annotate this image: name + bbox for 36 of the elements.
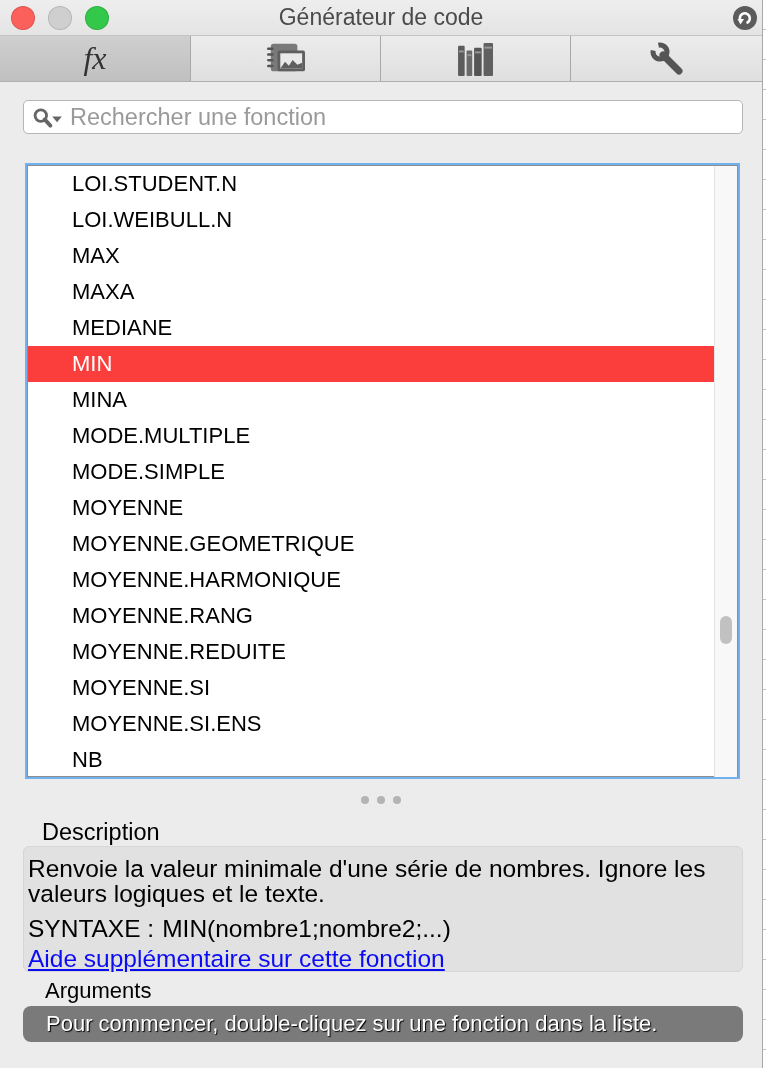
- list-item[interactable]: MOYENNE.SI: [28, 670, 714, 706]
- window-title: Générateur de code: [278, 4, 484, 31]
- resize-handle-icon[interactable]: [361, 796, 401, 804]
- search-icon[interactable]: [32, 107, 63, 128]
- list-item[interactable]: MINA: [28, 382, 714, 418]
- list-item[interactable]: MOYENNE.SI.ENS: [28, 706, 714, 742]
- list-item[interactable]: MOYENNE.GEOMETRIQUE: [28, 526, 714, 562]
- function-tab[interactable]: fx: [0, 36, 191, 81]
- list-item[interactable]: MAX: [28, 238, 714, 274]
- list-item[interactable]: LOI.WEIBULL.N: [28, 202, 714, 238]
- list-item[interactable]: MOYENNE: [28, 490, 714, 526]
- list-item[interactable]: MIN: [28, 346, 714, 382]
- syntax-label: SYNTAXE :: [28, 916, 155, 941]
- list-item[interactable]: MODE.MULTIPLE: [28, 418, 714, 454]
- list-item[interactable]: NB: [28, 742, 714, 777]
- list-item[interactable]: MEDIANE: [28, 310, 714, 346]
- media-tab[interactable]: [191, 36, 381, 81]
- zoom-button[interactable]: [85, 5, 109, 30]
- search-field[interactable]: Rechercher une fonction: [23, 100, 743, 134]
- books-icon: [456, 41, 495, 76]
- list-item[interactable]: MODE.SIMPLE: [28, 454, 714, 490]
- arguments-heading: Arguments: [45, 979, 152, 1003]
- scrollbar-track[interactable]: [714, 166, 737, 777]
- description-text: Renvoie la valeur minimale d'une série de nombres. Ignore les valeurs logiques et le texte.: [28, 856, 707, 906]
- library-tab[interactable]: [381, 36, 571, 81]
- list-item[interactable]: MAXA: [28, 274, 714, 310]
- list-item[interactable]: MOYENNE.REDUITE: [28, 634, 714, 670]
- description-heading: Description: [42, 820, 160, 844]
- scrollbar-thumb[interactable]: [720, 616, 732, 644]
- syntax-value: MIN(nombre1;nombre2;...): [162, 916, 451, 941]
- list-item[interactable]: LOI.STUDENT.N: [28, 166, 714, 202]
- list-item[interactable]: MOYENNE.HARMONIQUE: [28, 562, 714, 598]
- close-button[interactable]: [11, 5, 35, 30]
- arguments-message: Pour commencer, double-cliquez sur une fonction dans la liste.: [23, 1006, 743, 1042]
- list-item[interactable]: MOYENNE.RANG: [28, 598, 714, 634]
- help-link[interactable]: Aide supplémentaire sur cette fonction: [28, 946, 445, 971]
